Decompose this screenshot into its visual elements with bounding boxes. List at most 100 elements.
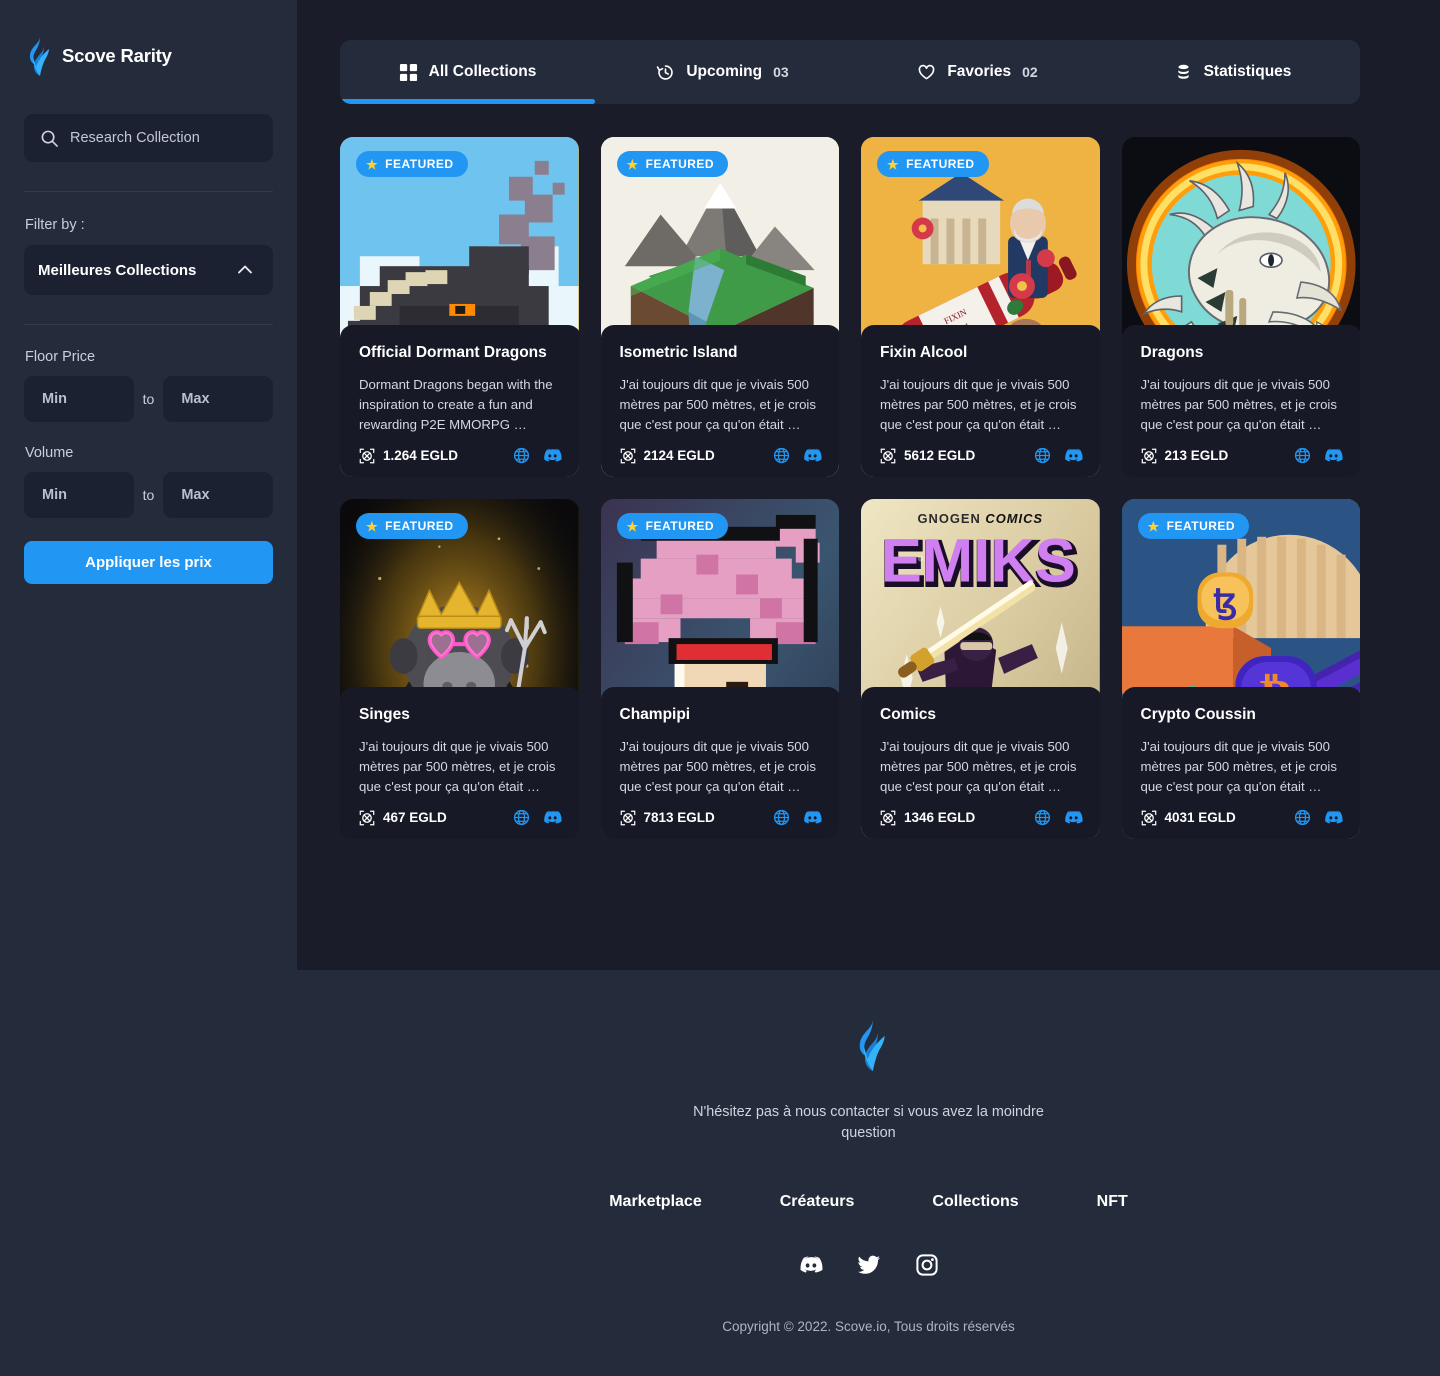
featured-label: FEATURED xyxy=(1166,519,1236,533)
discord-link[interactable] xyxy=(1064,446,1083,465)
filter-by-label: Filter by : xyxy=(25,217,85,233)
collection-info: Dragons J'ai toujours dit que je vivais … xyxy=(1121,325,1360,477)
collection-footer: 7813 EGLD xyxy=(620,808,823,827)
discord-icon xyxy=(1324,446,1343,465)
tabs-bar: All Collections Upcoming 03 Favories 02 … xyxy=(340,40,1360,104)
divider-top xyxy=(24,191,273,192)
discord-icon xyxy=(799,1253,823,1277)
collection-card[interactable]: ★ FEATURED Crypto Coussin J'ai toujours … xyxy=(1121,499,1360,839)
collection-title: Singes xyxy=(359,706,410,723)
discord-link[interactable] xyxy=(803,446,822,465)
egld-icon xyxy=(359,448,375,464)
collection-info: Singes J'ai toujours dit que je vivais 5… xyxy=(340,687,579,839)
discord-link[interactable] xyxy=(1324,808,1343,827)
twitter-link[interactable] xyxy=(857,1253,881,1277)
collection-footer: 4031 EGLD xyxy=(1141,808,1344,827)
floor-price-max-input[interactable] xyxy=(163,376,273,422)
collection-footer: 2124 EGLD xyxy=(620,446,823,465)
website-link[interactable] xyxy=(773,809,790,826)
copyright-text: Copyright © 2022. Scove.io, Tous droits … xyxy=(722,1319,1015,1334)
volume-max-input[interactable] xyxy=(163,472,273,518)
globe-icon xyxy=(773,447,790,464)
grid-icon xyxy=(399,63,418,82)
star-icon: ★ xyxy=(366,156,379,172)
collection-description: J'ai toujours dit que je vivais 500 mètr… xyxy=(880,739,1077,794)
collection-info: Fixin Alcool J'ai toujours dit que je vi… xyxy=(861,325,1100,477)
instagram-link[interactable] xyxy=(915,1253,939,1277)
collection-title: Official Dormant Dragons xyxy=(359,344,547,361)
collection-description: J'ai toujours dit que je vivais 500 mètr… xyxy=(619,739,816,794)
search-box[interactable] xyxy=(24,114,273,162)
collection-info: Isometric Island J'ai toujours dit que j… xyxy=(600,325,839,477)
collection-footer: 1.264 EGLD xyxy=(359,446,562,465)
website-link[interactable] xyxy=(1294,809,1311,826)
discord-link[interactable] xyxy=(1324,446,1343,465)
instagram-icon xyxy=(915,1253,939,1277)
price-value: 4031 EGLD xyxy=(1164,810,1236,825)
collection-card[interactable]: ★ FEATURED Champipi J'ai toujours dit qu… xyxy=(600,499,839,839)
brand[interactable]: Scove Rarity xyxy=(24,36,273,76)
collection-price: 4031 EGLD xyxy=(1141,810,1236,826)
collections-select-value: Meilleures Collections xyxy=(38,261,197,279)
discord-icon xyxy=(543,808,562,827)
discord-link[interactable] xyxy=(799,1253,823,1277)
collection-socials xyxy=(1294,808,1343,827)
volume-separator: to xyxy=(142,487,155,503)
price-value: 213 EGLD xyxy=(1164,448,1229,463)
footer-link-marketplace[interactable]: Marketplace xyxy=(609,1193,702,1211)
collection-card[interactable]: ★ FEATURED Isometric Island J'ai toujour… xyxy=(600,137,839,477)
collection-card[interactable]: ★ FEATURED Singes J'ai toujours dit que … xyxy=(340,499,579,839)
collection-description: J'ai toujours dit que je vivais 500 mètr… xyxy=(1140,377,1337,432)
floor-price-separator: to xyxy=(142,391,155,407)
tab-favories[interactable]: Favories 02 xyxy=(850,40,1105,104)
footer-link-collections[interactable]: Collections xyxy=(932,1193,1018,1211)
star-icon: ★ xyxy=(887,156,900,172)
collection-info: Official Dormant Dragons Dormant Dragons… xyxy=(340,325,579,477)
website-link[interactable] xyxy=(1294,447,1311,464)
apply-prices-button[interactable]: Appliquer les prix xyxy=(24,541,273,584)
price-value: 467 EGLD xyxy=(383,810,447,825)
collection-description: J'ai toujours dit que je vivais 500 mètr… xyxy=(880,377,1077,432)
collection-info: Champipi J'ai toujours dit que je vivais… xyxy=(600,687,839,839)
discord-link[interactable] xyxy=(803,808,822,827)
discord-link[interactable] xyxy=(1064,808,1083,827)
floor-price-range: to xyxy=(24,376,273,422)
collection-price: 2124 EGLD xyxy=(620,448,715,464)
featured-label: FEATURED xyxy=(645,157,715,171)
tab-label: Upcoming xyxy=(686,63,763,80)
collection-card[interactable]: ★ FEATURED Fixin Alcool J'ai toujours di… xyxy=(861,137,1100,477)
website-link[interactable] xyxy=(773,447,790,464)
collections-select[interactable]: Meilleures Collections xyxy=(24,245,273,295)
collection-price: 213 EGLD xyxy=(1141,448,1229,464)
collection-card[interactable]: Dragons J'ai toujours dit que je vivais … xyxy=(1121,137,1360,477)
website-link[interactable] xyxy=(1034,809,1051,826)
discord-icon xyxy=(1324,808,1343,827)
collection-price: 1346 EGLD xyxy=(880,810,975,826)
website-link[interactable] xyxy=(513,809,530,826)
discord-link[interactable] xyxy=(543,808,562,827)
collection-card[interactable]: Comics J'ai toujours dit que je vivais 5… xyxy=(861,499,1100,839)
tab-all-collections[interactable]: All Collections xyxy=(340,40,595,104)
discord-icon xyxy=(1064,446,1083,465)
footer-link-nft[interactable]: NFT xyxy=(1097,1193,1128,1211)
website-link[interactable] xyxy=(1034,447,1051,464)
price-value: 1.264 EGLD xyxy=(383,448,459,463)
featured-badge: ★ FEATURED xyxy=(356,513,468,539)
floor-price-min-input[interactable] xyxy=(24,376,134,422)
collection-price: 7813 EGLD xyxy=(620,810,715,826)
heart-icon xyxy=(917,63,936,82)
discord-link[interactable] xyxy=(543,446,562,465)
featured-label: FEATURED xyxy=(906,157,975,171)
collection-footer: 467 EGLD xyxy=(359,808,562,827)
search-input[interactable] xyxy=(70,130,257,146)
volume-min-input[interactable] xyxy=(24,472,134,518)
collection-price: 1.264 EGLD xyxy=(359,448,458,464)
website-link[interactable] xyxy=(513,447,530,464)
tab-statistiques[interactable]: Statistiques xyxy=(1105,40,1360,104)
chevron-up-icon[interactable] xyxy=(235,260,255,280)
tab-upcoming[interactable]: Upcoming 03 xyxy=(595,40,850,104)
collection-title: Comics xyxy=(880,706,936,723)
footer-link-créateurs[interactable]: Créateurs xyxy=(780,1193,855,1211)
collection-card[interactable]: ★ FEATURED Official Dormant Dragons Dorm… xyxy=(340,137,579,477)
discord-icon xyxy=(803,446,822,465)
